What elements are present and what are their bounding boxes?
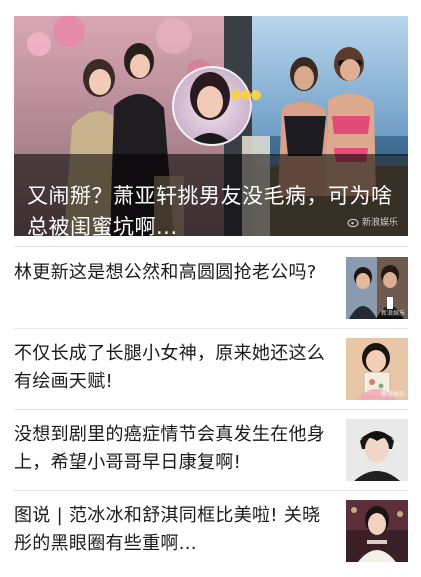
article-title: 林更新这是想公然和高圆圆抢老公吗? [14,262,317,283]
actress-red-carpet-icon [346,500,408,562]
divider [14,409,408,410]
thumbnail-watermark: 新浪娱乐 [380,310,405,317]
weibo-logo-icon [347,218,359,227]
article-title: 不仅长成了长腿小女神，原来她还这么有绘画天赋! [14,343,326,392]
young-man-portrait-icon [346,419,408,481]
divider [14,490,408,491]
divider [14,246,408,247]
hero-article-card[interactable]: 又闹掰？萧亚轩挑男友没毛病，可为啥总被闺蜜坑啊... 新浪娱乐 [14,16,408,236]
article-item[interactable]: 不仅长成了长腿小女神，原来她还这么有绘画天赋! 新浪娱乐 [14,338,408,402]
article-thumbnail [346,500,408,562]
news-feed: 又闹掰？萧亚轩挑男友没毛病，可为啥总被闺蜜坑啊... 新浪娱乐 林更新这是想公然… [0,0,421,577]
hero-watermark-text: 新浪娱乐 [361,218,398,228]
article-title: 图说 | 范冰冰和舒淇同框比美啦! 关晓彤的黑眼圈有些重啊... [14,505,321,554]
divider [14,328,408,329]
article-thumbnail: 新浪娱乐 [346,338,408,400]
article-item[interactable]: 没想到剧里的癌症情节会真发生在他身上，希望小哥哥早日康复啊! [14,419,408,483]
article-item[interactable]: 林更新这是想公然和高圆圆抢老公吗? 新浪娱乐 [14,257,408,321]
article-title: 没想到剧里的癌症情节会真发生在他身上，希望小哥哥早日康复啊! [14,424,326,473]
article-item[interactable]: 图说 | 范冰冰和舒淇同框比美啦! 关晓彤的黑眼圈有些重啊... [14,500,408,564]
article-thumbnail [346,419,408,481]
hero-watermark: 新浪娱乐 [347,215,398,228]
thumbnail-watermark: 新浪娱乐 [380,391,405,398]
hero-title: 又闹掰？萧亚轩挑男友没毛病，可为啥总被闺蜜坑啊... [27,184,393,236]
article-thumbnail: 新浪娱乐 [346,257,408,319]
